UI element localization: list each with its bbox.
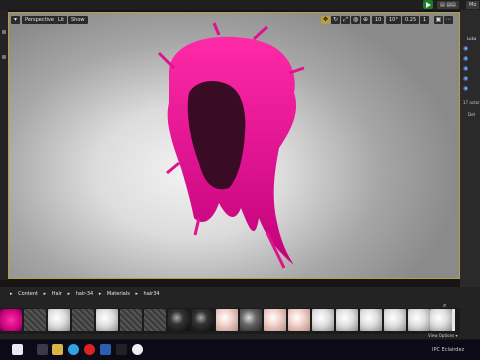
perspective-button[interactable]: Perspective: [22, 16, 57, 24]
viewport-menu-icon[interactable]: ▾: [11, 16, 20, 24]
asset-thumbnail[interactable]: [192, 309, 214, 331]
asset-thumbnail[interactable]: [216, 309, 238, 331]
outliner-label: Loka: [467, 36, 477, 41]
grid-snap-value[interactable]: 10: [372, 16, 385, 24]
level-viewport[interactable]: [8, 12, 460, 279]
top-tab-button[interactable]: Mo: [466, 1, 480, 9]
asset-thumbnail[interactable]: [312, 309, 334, 331]
hair-model: [157, 22, 305, 269]
asset-thumbnail[interactable]: [430, 309, 452, 331]
view-options-button[interactable]: View Options ▾: [428, 333, 457, 338]
visibility-eye-icon[interactable]: ◉: [463, 75, 468, 82]
task-view-icon[interactable]: [37, 344, 48, 355]
surface-snap-icon[interactable]: ⊕: [361, 16, 370, 24]
asset-thumbnail[interactable]: [24, 309, 46, 331]
rotate-tool-icon[interactable]: ↻: [331, 16, 340, 24]
asset-thumbnail[interactable]: [144, 309, 166, 331]
asset-thumbnail[interactable]: [408, 309, 430, 331]
start-icon[interactable]: [12, 344, 23, 355]
actor-count: 17 actor: [463, 100, 480, 105]
tool-icon[interactable]: [2, 30, 6, 34]
viewport-options-icon[interactable]: ⋯: [444, 16, 453, 24]
lit-button[interactable]: Lit: [55, 16, 68, 24]
world-outliner-panel: [460, 10, 480, 290]
content-scrollbar[interactable]: [452, 309, 455, 331]
asset-thumbnail[interactable]: [360, 309, 382, 331]
visibility-eye-icon[interactable]: ◉: [463, 65, 468, 72]
browser-icon[interactable]: [68, 344, 79, 355]
breadcrumb-item[interactable]: hair-34: [76, 291, 94, 297]
top-menu-bar: [0, 0, 480, 10]
play-icon[interactable]: [423, 0, 433, 9]
breadcrumb-item[interactable]: hair34: [144, 291, 160, 297]
app-icon[interactable]: [116, 344, 127, 355]
visibility-eye-icon[interactable]: ◉: [463, 85, 468, 92]
asset-thumbnail[interactable]: [384, 309, 406, 331]
camera-speed-value[interactable]: 1: [420, 16, 430, 24]
asset-thumbnail[interactable]: [48, 309, 70, 331]
visibility-eye-icon[interactable]: ◉: [463, 45, 468, 52]
asset-thumbnail[interactable]: [168, 309, 190, 331]
asset-thumbnail[interactable]: [120, 309, 142, 331]
asset-thumbnail[interactable]: [0, 309, 22, 331]
scale-tool-icon[interactable]: ⤢: [341, 16, 350, 24]
asset-thumbnail[interactable]: [72, 309, 94, 331]
unreal-engine-icon[interactable]: [132, 344, 143, 355]
file-explorer-icon[interactable]: [52, 344, 63, 355]
system-tray: IPC Eclairdez: [432, 347, 465, 353]
maximize-viewport-icon[interactable]: ▣: [434, 16, 443, 24]
visibility-eye-icon[interactable]: ◉: [463, 55, 468, 62]
left-tool-strip: [0, 10, 8, 280]
breadcrumb-item[interactable]: Content: [18, 291, 38, 297]
breadcrumb-folder-icon: ▸: [10, 291, 13, 297]
rotation-snap-value[interactable]: 10°: [386, 16, 401, 24]
asset-thumbnail[interactable]: [240, 309, 262, 331]
photoshop-icon[interactable]: [100, 344, 111, 355]
asset-thumbnail[interactable]: [288, 309, 310, 331]
asset-thumbnail[interactable]: [264, 309, 286, 331]
top-toolbar-button[interactable]: ▤ ▤▤: [437, 1, 459, 9]
move-tool-icon[interactable]: ✥: [321, 16, 330, 24]
opera-icon[interactable]: [84, 344, 95, 355]
details-tab[interactable]: Det: [468, 112, 475, 117]
asset-thumbnail[interactable]: [336, 309, 358, 331]
world-icon[interactable]: ◍: [351, 16, 360, 24]
asset-thumbnail[interactable]: [96, 309, 118, 331]
breadcrumb-item[interactable]: Materials: [107, 291, 130, 297]
tool-icon[interactable]: [2, 55, 6, 59]
show-button[interactable]: Show: [68, 16, 88, 24]
scale-snap-value[interactable]: 0.25: [402, 16, 420, 24]
breadcrumb-item[interactable]: Hair: [52, 291, 62, 297]
content-breadcrumb: ▸ Content ▸ Hair ▸ hair-34 ▸ Materials ▸…: [10, 291, 160, 297]
